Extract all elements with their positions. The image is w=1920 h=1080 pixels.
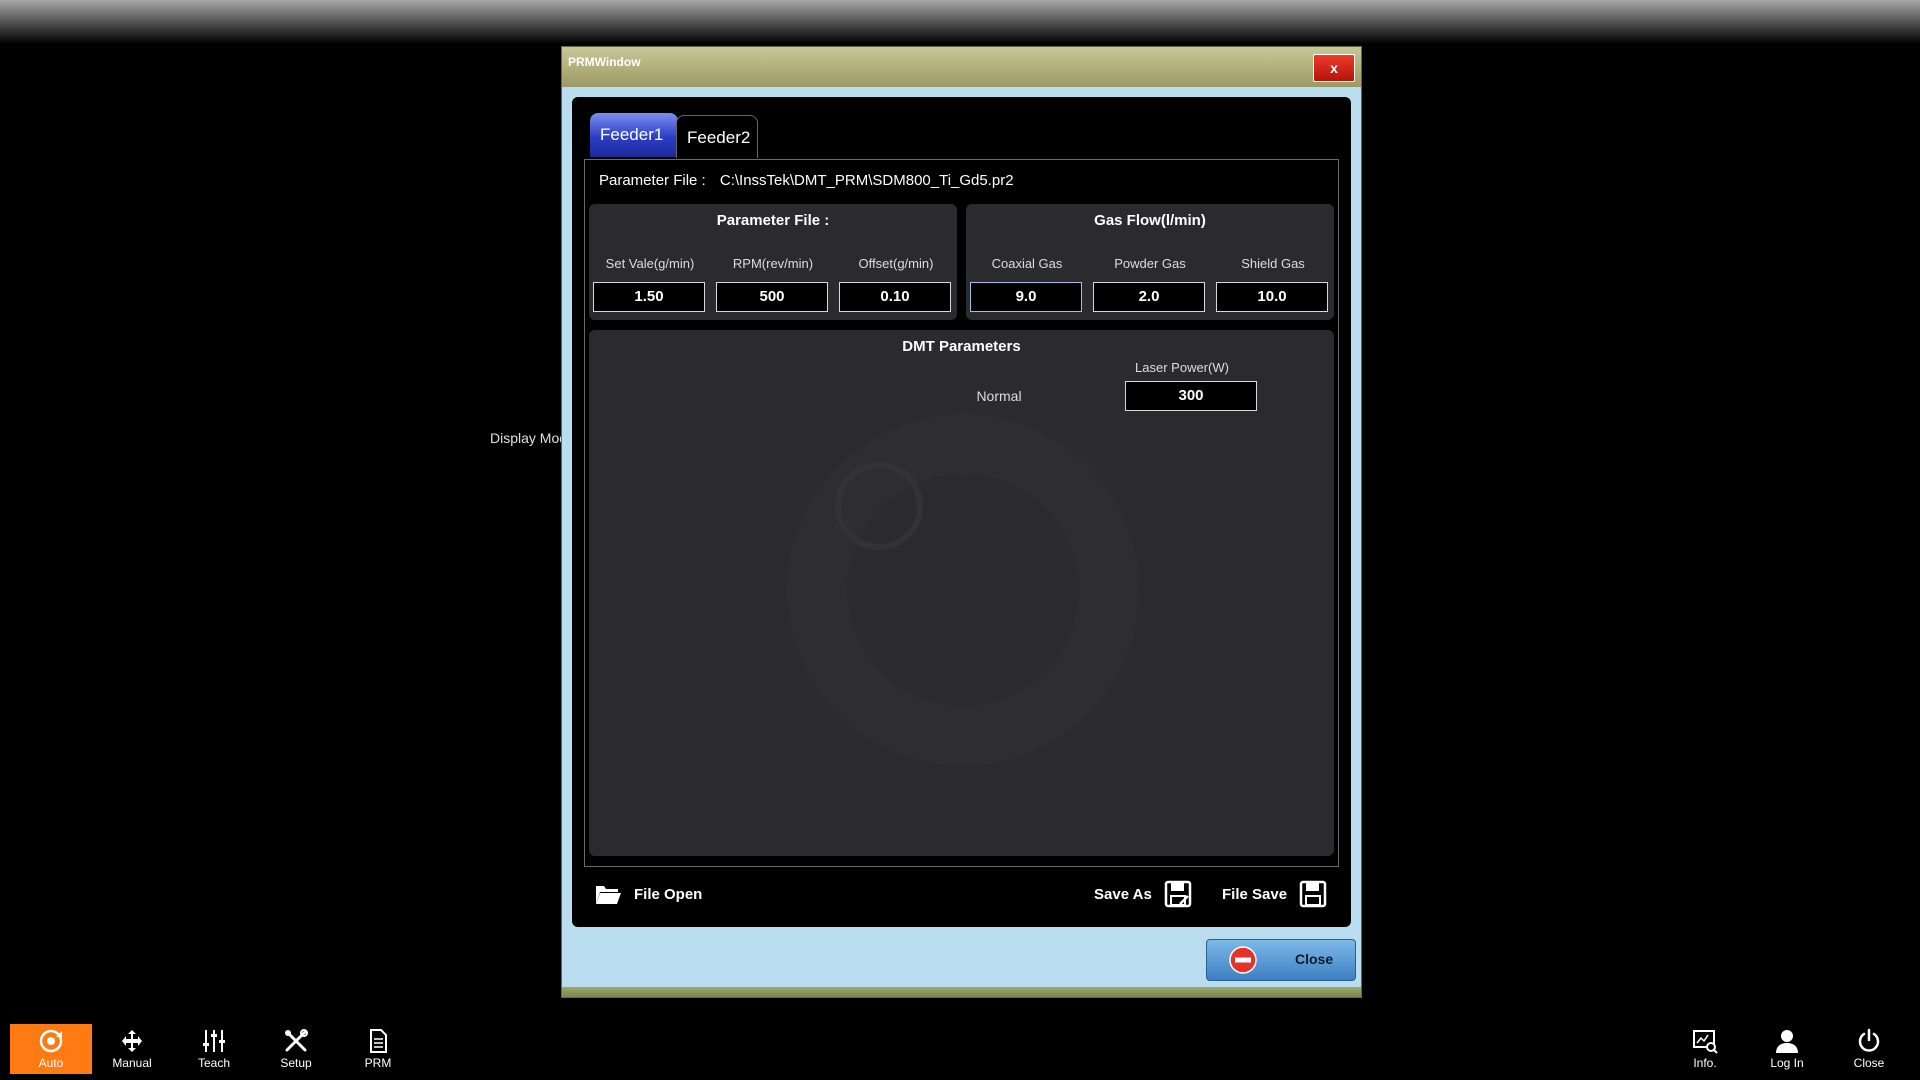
set-vale-input[interactable]: 1.50 (593, 282, 705, 312)
laser-power-label: Laser Power(W) (1135, 360, 1229, 375)
set-vale-label: Set Vale(g/min) (605, 256, 695, 271)
save-icon (1299, 880, 1327, 908)
info-chart-icon (1664, 1028, 1746, 1054)
close-button[interactable]: Close (1206, 939, 1356, 981)
folder-open-icon (594, 882, 622, 906)
taskbar-teach-button[interactable]: Teach (173, 1024, 255, 1074)
auto-icon (10, 1028, 92, 1054)
file-save-button[interactable]: File Save (1222, 877, 1327, 911)
normal-row-label: Normal (976, 388, 1022, 404)
sliders-icon (173, 1028, 255, 1054)
taskbar-login-label: Log In (1770, 1056, 1804, 1070)
taskbar-auto-button[interactable]: Auto (10, 1024, 92, 1074)
taskbar-manual-label: Manual (112, 1056, 152, 1070)
feeder-parameter-group: Parameter File : Set Vale(g/min) RPM(rev… (589, 204, 957, 320)
ghost-ring-decoration (787, 414, 1139, 766)
taskbar-info-button[interactable]: Info. (1664, 1024, 1746, 1074)
move-arrows-icon (91, 1028, 173, 1054)
shield-gas-input[interactable]: 10.0 (1216, 282, 1328, 312)
taskbar-auto-label: Auto (38, 1056, 64, 1070)
file-save-label: File Save (1222, 885, 1288, 903)
taskbar-teach-label: Teach (197, 1056, 231, 1070)
rpm-input[interactable]: 500 (716, 282, 828, 312)
taskbar-info-label: Info. (1693, 1056, 1717, 1070)
parameter-file-row: Parameter File : C:\InssTek\DMT_PRM\SDM8… (599, 172, 1014, 189)
window-title: PRMWindow (568, 55, 641, 69)
shield-gas-label: Shield Gas (1241, 256, 1305, 271)
bottom-actions: File Open Save As File Save (572, 871, 1351, 917)
save-as-icon (1164, 880, 1192, 908)
parameter-file-label: Parameter File : (599, 172, 706, 189)
parameter-file-path: C:\InssTek\DMT_PRM\SDM800_Ti_Gd5.pr2 (719, 172, 1014, 189)
tools-icon (255, 1028, 337, 1054)
taskbar-prm-label: PRM (364, 1056, 392, 1070)
document-icon (337, 1028, 419, 1054)
taskbar-setup-label: Setup (280, 1056, 312, 1070)
top-gradient-bar (0, 0, 1920, 44)
powder-gas-input[interactable]: 2.0 (1093, 282, 1205, 312)
user-icon (1746, 1028, 1828, 1054)
save-as-label: Save As (1094, 885, 1152, 903)
coaxial-gas-label: Coaxial Gas (991, 256, 1063, 271)
rpm-label: RPM(rev/min) (732, 256, 814, 271)
dmt-group-title: DMT Parameters (902, 338, 1021, 355)
taskbar-close-button[interactable]: Close (1828, 1024, 1910, 1074)
gas-group-title: Gas Flow(l/min) (1094, 212, 1206, 229)
offset-input[interactable]: 0.10 (839, 282, 951, 312)
tab-feeder1[interactable]: Feeder1 (590, 113, 678, 157)
save-as-button[interactable]: Save As (1094, 877, 1192, 911)
file-open-label: File Open (634, 885, 703, 903)
laser-power-normal-input[interactable]: 300 (1125, 381, 1257, 411)
taskbar-manual-button[interactable]: Manual (91, 1024, 173, 1074)
display-mode-label: Display Mod (490, 430, 568, 446)
window-titlebar: PRMWindow x (562, 47, 1361, 87)
prm-window: PRMWindow x Feeder1 Feeder2 Parameter Fi… (561, 46, 1362, 998)
inner-panel: Feeder1 Feeder2 Parameter File : C:\Inss… (572, 97, 1351, 927)
close-button-label: Close (1295, 951, 1334, 967)
dmt-parameters-group: DMT Parameters Laser Power(W) Normal 300 (589, 330, 1334, 856)
coaxial-gas-input[interactable]: 9.0 (970, 282, 1082, 312)
tab-feeder2[interactable]: Feeder2 (676, 115, 758, 158)
tab-content: Parameter File : C:\InssTek\DMT_PRM\SDM8… (584, 159, 1339, 867)
feeder-group-title: Parameter File : (716, 212, 830, 229)
powder-gas-label: Powder Gas (1114, 256, 1186, 271)
offset-label: Offset(g/min) (858, 256, 934, 271)
ghost-inner-circle (835, 462, 923, 550)
window-close-button[interactable]: x (1313, 54, 1355, 82)
stop-icon (1229, 946, 1257, 977)
taskbar-prm-button[interactable]: PRM (337, 1024, 419, 1074)
taskbar-close-label: Close (1853, 1056, 1885, 1070)
taskbar-login-button[interactable]: Log In (1746, 1024, 1828, 1074)
power-icon (1828, 1028, 1910, 1054)
gas-flow-group: Gas Flow(l/min) Coaxial Gas Powder Gas S… (966, 204, 1334, 320)
taskbar-setup-button[interactable]: Setup (255, 1024, 337, 1074)
window-bottom-strip (562, 987, 1361, 997)
file-open-button[interactable]: File Open (594, 877, 702, 911)
